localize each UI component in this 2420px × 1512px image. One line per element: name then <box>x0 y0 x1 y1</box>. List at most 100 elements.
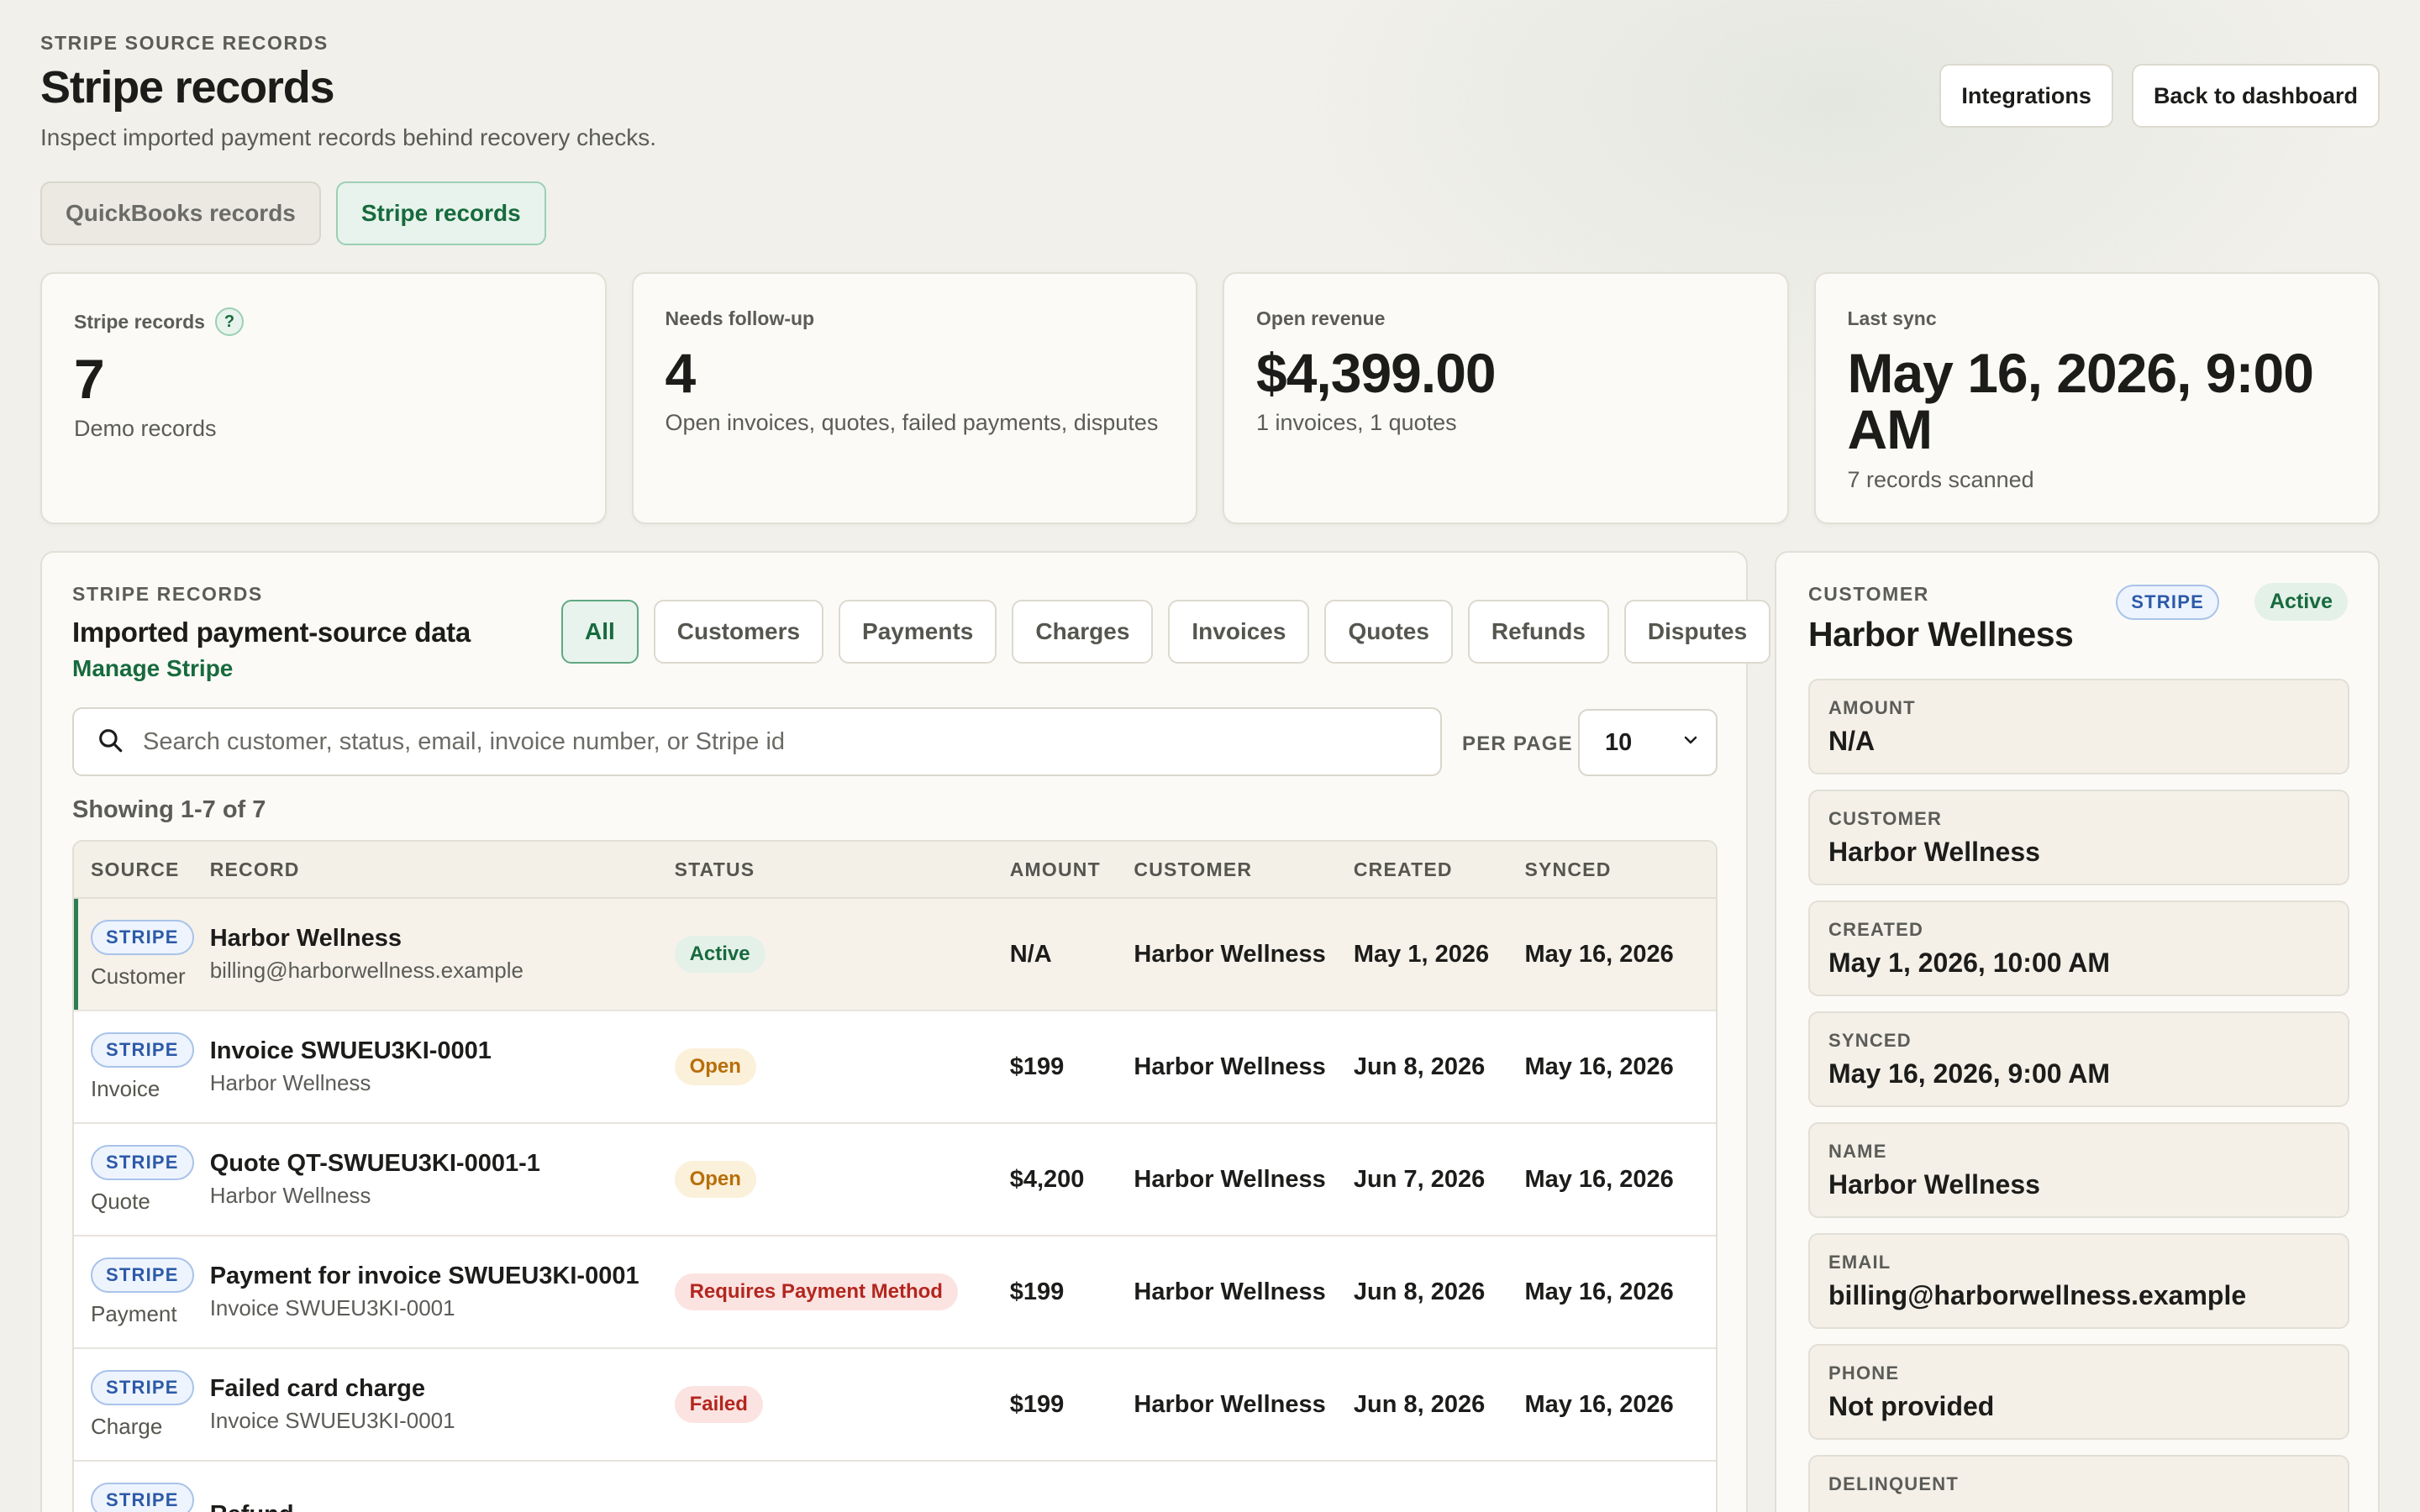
filter-all[interactable]: All <box>561 600 639 664</box>
search-input[interactable] <box>143 727 1386 756</box>
cell-amount: $199 <box>1009 1278 1065 1305</box>
page-eyebrow: STRIPE SOURCE RECORDS <box>40 32 329 54</box>
stat-value: 4 <box>665 342 697 404</box>
table-header: SOURCE RECORD STATUS AMOUNT CUSTOMER CRE… <box>74 842 1716 899</box>
table-row[interactable]: STRIPE Refund Refund <box>74 1462 1716 1512</box>
help-icon[interactable]: ? <box>214 307 244 336</box>
tab-quickbooks-records[interactable]: QuickBooks records <box>40 181 321 245</box>
cell-created: Jun 8, 2026 <box>1353 1278 1486 1305</box>
cell-record: Quote QT-SWUEU3KI-0001-1 Harbor Wellness <box>210 1150 675 1209</box>
detail-eyebrow: CUSTOMER <box>1808 583 1929 605</box>
filter-customers[interactable]: Customers <box>653 600 824 664</box>
record-title: Failed card charge <box>209 1375 425 1402</box>
record-type: Payment <box>91 1300 177 1326</box>
page-title: Stripe records <box>40 62 335 113</box>
back-to-dashboard-button[interactable]: Back to dashboard <box>2131 64 2380 128</box>
stat-label: Last sync <box>1847 307 1937 329</box>
cell-status: Failed <box>674 1386 1010 1423</box>
field-value: Harbor Wellness <box>1828 1169 2040 1200</box>
stat-label: Needs follow-up <box>665 307 815 329</box>
records-title: Imported payment-source data <box>72 617 471 648</box>
detail-status-badge: Active <box>2254 583 2348 621</box>
record-title: Quote QT-SWUEU3KI-0001-1 <box>209 1150 540 1177</box>
detail-field-delinquent: DELINQUENT <box>1808 1455 2349 1512</box>
table-row[interactable]: STRIPE Customer Harbor Wellness billing@… <box>74 899 1716 1011</box>
detail-panel: CUSTOMER Harbor Wellness STRIPE Active A… <box>1775 551 2380 1512</box>
filter-quotes[interactable]: Quotes <box>1324 600 1453 664</box>
cell-created: Jun 7, 2026 <box>1353 1165 1486 1193</box>
table-row[interactable]: STRIPE Invoice Invoice SWUEU3KI-0001 Har… <box>74 1011 1716 1124</box>
record-type: Quote <box>91 1188 150 1214</box>
stat-label: Stripe records <box>74 310 205 333</box>
table-row[interactable]: STRIPE Quote Quote QT-SWUEU3KI-0001-1 Ha… <box>74 1124 1716 1236</box>
stat-desc: 1 invoices, 1 quotes <box>1256 410 1457 436</box>
source-badge: STRIPE <box>91 1032 194 1068</box>
record-title: Payment for invoice SWUEU3KI-0001 <box>209 1263 639 1289</box>
chevron-down-icon <box>1681 729 1701 757</box>
per-page-select[interactable]: 10 <box>1578 709 1718 776</box>
per-page-value: 10 <box>1605 728 1633 756</box>
stat-value: 7 <box>74 348 105 410</box>
cell-record: Failed card charge Invoice SWUEU3KI-0001 <box>210 1375 675 1434</box>
stat-label-wrap: Stripe records ? <box>74 307 573 336</box>
stat-desc: Demo records <box>74 416 217 442</box>
status-badge: Active <box>674 936 765 973</box>
filter-invoices[interactable]: Invoices <box>1168 600 1310 664</box>
record-filters: All Customers Payments Charges Invoices … <box>561 600 1771 664</box>
records-eyebrow: STRIPE RECORDS <box>72 583 263 605</box>
page-subtitle: Inspect imported payment records behind … <box>40 124 657 151</box>
cell-customer: Harbor Wellness <box>1134 1165 1326 1193</box>
detail-field-phone: PHONE Not provided <box>1808 1344 2349 1440</box>
cell-status: Requires Payment Method <box>674 1273 1010 1310</box>
status-badge: Open <box>674 1161 756 1198</box>
tab-stripe-records[interactable]: Stripe records <box>335 181 546 245</box>
source-badge: STRIPE <box>91 1144 194 1180</box>
col-source: SOURCE <box>91 858 180 880</box>
source-badge: STRIPE <box>91 1482 194 1512</box>
search-icon <box>96 726 124 759</box>
record-type: Invoice <box>91 1075 160 1101</box>
stat-card-needs-follow-up: Needs follow-up 4 Open invoices, quotes,… <box>631 272 1197 524</box>
record-title: Invoice SWUEU3KI-0001 <box>209 1037 492 1064</box>
field-label: AMOUNT <box>1828 697 1916 718</box>
col-amount: AMOUNT <box>1009 858 1101 880</box>
cell-synced: May 16, 2026 <box>1524 1390 1674 1418</box>
field-label: CUSTOMER <box>1828 808 1943 829</box>
field-label: SYNCED <box>1828 1030 1912 1051</box>
table-row[interactable]: STRIPE Payment Payment for invoice SWUEU… <box>74 1236 1716 1349</box>
cell-source: STRIPE Quote <box>74 1144 210 1215</box>
integrations-button[interactable]: Integrations <box>1939 64 2113 128</box>
cell-source: STRIPE Customer <box>74 919 210 990</box>
record-subtitle: Invoice SWUEU3KI-0001 <box>209 1295 455 1320</box>
cell-created: Jun 8, 2026 <box>1353 1390 1486 1418</box>
col-customer: CUSTOMER <box>1134 858 1253 880</box>
record-subtitle: Harbor Wellness <box>209 1183 371 1208</box>
record-type: Customer <box>91 963 186 989</box>
cell-status: Open <box>674 1161 1010 1198</box>
field-label: NAME <box>1828 1141 1887 1162</box>
cell-created: Jun 8, 2026 <box>1353 1053 1486 1080</box>
field-value: Harbor Wellness <box>1828 837 2040 867</box>
detail-field-amount: AMOUNT N/A <box>1808 679 2349 774</box>
cell-record: Invoice SWUEU3KI-0001 Harbor Wellness <box>210 1037 675 1096</box>
filter-payments[interactable]: Payments <box>839 600 997 664</box>
table-row[interactable]: STRIPE Charge Failed card charge Invoice… <box>74 1349 1716 1462</box>
per-page-label: PER PAGE <box>1462 732 1573 755</box>
source-badge: STRIPE <box>91 1257 194 1293</box>
manage-stripe-link[interactable]: Manage Stripe <box>72 655 233 682</box>
stats-row: Stripe records ? 7 Demo records Needs fo… <box>40 272 2380 524</box>
col-created: CREATED <box>1353 858 1453 880</box>
filter-disputes[interactable]: Disputes <box>1623 600 1771 664</box>
field-label: CREATED <box>1828 919 1924 940</box>
filter-refunds[interactable]: Refunds <box>1467 600 1609 664</box>
detail-field-created: CREATED May 1, 2026, 10:00 AM <box>1808 900 2349 996</box>
field-value: May 16, 2026, 9:00 AM <box>1828 1058 2110 1089</box>
cell-status: Active <box>674 936 1010 973</box>
detail-title: Harbor Wellness <box>1808 615 2074 654</box>
detail-field-name: NAME Harbor Wellness <box>1808 1122 2349 1218</box>
source-tabs: QuickBooks records Stripe records <box>40 181 546 245</box>
field-label: DELINQUENT <box>1828 1473 1959 1494</box>
status-badge: Failed <box>674 1386 763 1423</box>
cell-source: STRIPE Invoice <box>74 1032 210 1102</box>
filter-charges[interactable]: Charges <box>1012 600 1154 664</box>
